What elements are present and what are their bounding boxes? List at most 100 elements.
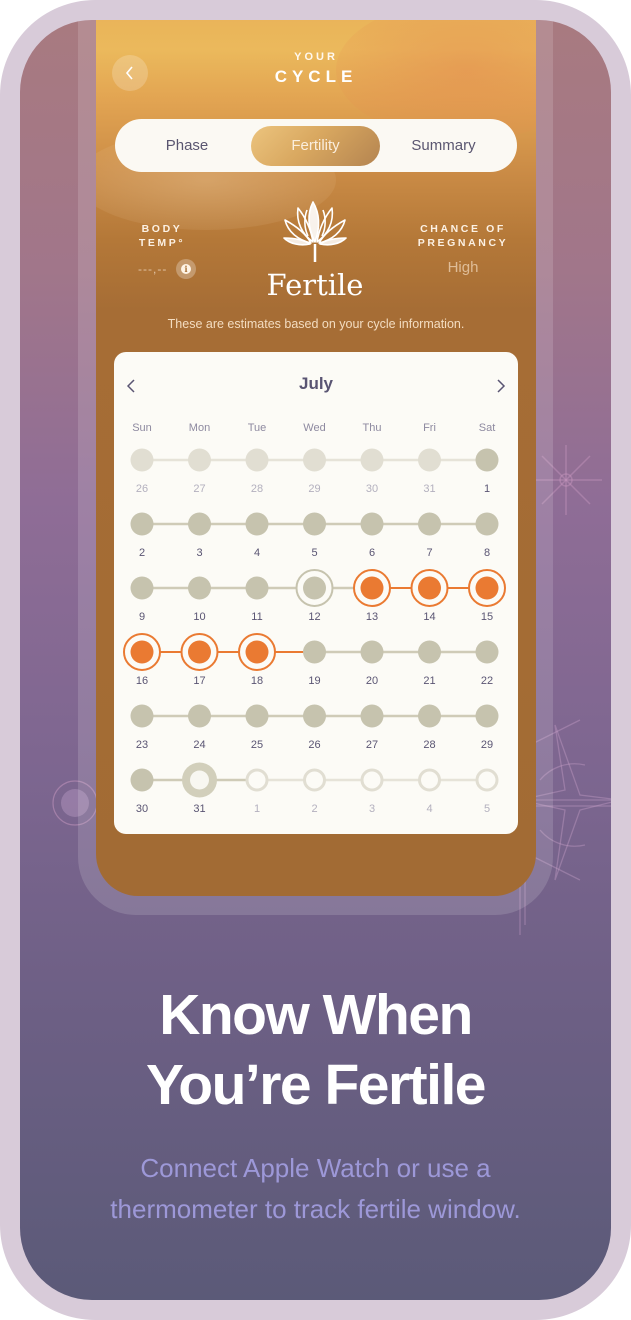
page-title: CYCLE (274, 67, 358, 86)
calendar-day-past[interactable]: 9 (130, 576, 154, 624)
day-dot (188, 512, 211, 536)
day-outline (475, 768, 499, 792)
day-number: 28 (423, 739, 435, 751)
calendar-day-next-month[interactable]: 2 (303, 768, 326, 815)
weekday-label: Wed (303, 422, 325, 434)
day-number: 29 (481, 739, 493, 751)
day-number: 31 (423, 483, 435, 495)
day-dot (418, 512, 441, 536)
day-number: 6 (369, 547, 375, 559)
disclaimer-text: These are estimates based on your cycle … (167, 317, 465, 331)
calendar-day-past[interactable]: 1 (475, 448, 499, 496)
day-number: 12 (308, 611, 320, 623)
calendar-day-prev-month[interactable]: 27 (188, 448, 211, 496)
calendar-day-fertile[interactable]: 17 (180, 633, 219, 687)
promo-headline: Know When You’re Fertile (20, 980, 611, 1120)
calendar-day-past[interactable]: 3 (188, 512, 211, 560)
calendar-day-prev-month[interactable]: 29 (303, 448, 326, 496)
calendar-day-fertile[interactable]: 15 (468, 569, 506, 623)
weekday-label: Sun (132, 422, 152, 434)
day-number: 9 (139, 611, 145, 623)
calendar-day-next-month[interactable]: 1 (245, 768, 269, 815)
day-number: 27 (366, 739, 378, 751)
calendar-day-past[interactable]: 4 (245, 512, 269, 560)
body-temp-value: ---,-- (138, 262, 168, 276)
calendar-day-fertile[interactable]: 18 (238, 633, 276, 687)
fertile-dot (360, 576, 384, 600)
tab-summary[interactable]: Summary (380, 119, 507, 172)
day-dot (130, 768, 154, 792)
calendar-day-past[interactable]: 2 (130, 512, 154, 560)
day-number: 29 (308, 483, 320, 495)
weekday-label: Fri (423, 422, 436, 434)
back-button[interactable] (112, 55, 148, 91)
tab-phase[interactable]: Phase (115, 119, 259, 172)
info-button[interactable]: i (176, 259, 196, 279)
day-number: 1 (254, 803, 260, 815)
calendar-day-prev-month[interactable]: 31 (418, 448, 441, 496)
calendar-day-prev-month[interactable]: 30 (360, 448, 384, 496)
day-outline (418, 768, 441, 792)
day-dot (303, 448, 326, 472)
day-number: 28 (251, 483, 263, 495)
day-dot (475, 512, 499, 536)
calendar-day-past[interactable]: 24 (188, 704, 211, 752)
calendar-day-past[interactable]: 25 (245, 704, 269, 752)
calendar-day-past[interactable]: 22 (475, 640, 499, 688)
calendar-day-past[interactable]: 28 (418, 704, 441, 752)
day-dot (303, 640, 326, 664)
day-dot (245, 448, 269, 472)
calendar-day-past[interactable]: 7 (418, 512, 441, 560)
calendar-day-past[interactable]: 19 (303, 640, 326, 688)
calendar-day-past[interactable]: 5 (303, 512, 326, 560)
calendar-day-fertile[interactable]: 16 (123, 633, 161, 687)
day-number: 31 (193, 803, 205, 815)
calendar-day-past[interactable]: 10 (188, 576, 211, 624)
calendar-day-prev-month[interactable]: 26 (130, 448, 154, 496)
day-dot (475, 448, 499, 472)
calendar-day-past[interactable]: 29 (475, 704, 499, 752)
calendar-day-past[interactable]: 27 (360, 704, 384, 752)
calendar-card: July Sun Mon Tue Wed Thu Fri Sat 26 27 28 29 30 31 1 2… (114, 352, 518, 834)
day-dot (303, 704, 326, 728)
day-number: 22 (481, 675, 493, 687)
weekday-label: Tue (248, 422, 267, 434)
calendar-day-past[interactable]: 6 (360, 512, 384, 560)
day-dot (245, 704, 269, 728)
day-number: 14 (423, 611, 435, 623)
day-number: 26 (136, 483, 148, 495)
tab-fertility[interactable]: Fertility (251, 126, 380, 166)
calendar-day-fertile[interactable]: 13 (353, 569, 391, 623)
calendar-day-today[interactable]: 31 (182, 762, 217, 816)
today-center (190, 770, 209, 790)
calendar-day-past[interactable]: 23 (130, 704, 154, 752)
calendar-day-past[interactable]: 8 (475, 512, 499, 560)
body-temp-label-line2: TEMP° (138, 237, 186, 249)
day-number: 21 (423, 675, 435, 687)
phase-title: Fertile (266, 268, 364, 302)
headline-line2: You’re Fertile (145, 1053, 487, 1117)
info-icon: i (181, 264, 191, 274)
calendar-day-past[interactable]: 11 (245, 576, 269, 624)
calendar-day-next-month[interactable]: 4 (418, 768, 441, 815)
calendar-day-prev-month[interactable]: 28 (245, 448, 269, 496)
calendar-day-past[interactable]: 30 (130, 768, 154, 816)
calendar-grid: Sun Mon Tue Wed Thu Fri Sat26 27 28 29 30 31 12 3 4 5 6 7… (123, 422, 506, 816)
day-dot (360, 640, 384, 664)
fertile-dot (418, 576, 441, 600)
headline-line1: Know When (159, 983, 473, 1047)
day-number: 26 (308, 739, 320, 751)
weekday-label: Thu (363, 422, 382, 434)
calendar-day-highlighted[interactable]: 12 (295, 569, 334, 623)
promo-subline: Connect Apple Watch or use a thermometer… (20, 1148, 611, 1230)
calendar-day-fertile[interactable]: 14 (410, 569, 449, 623)
calendar-day-past[interactable]: 26 (303, 704, 326, 752)
calendar-day-next-month[interactable]: 5 (475, 768, 499, 815)
day-outline (360, 768, 384, 792)
chevron-left-icon (125, 66, 133, 80)
day-dot (418, 704, 441, 728)
chance-label-line1: CHANCE OF (420, 223, 506, 235)
calendar-day-past[interactable]: 20 (360, 640, 384, 688)
calendar-day-next-month[interactable]: 3 (360, 768, 384, 815)
calendar-day-past[interactable]: 21 (418, 640, 441, 688)
